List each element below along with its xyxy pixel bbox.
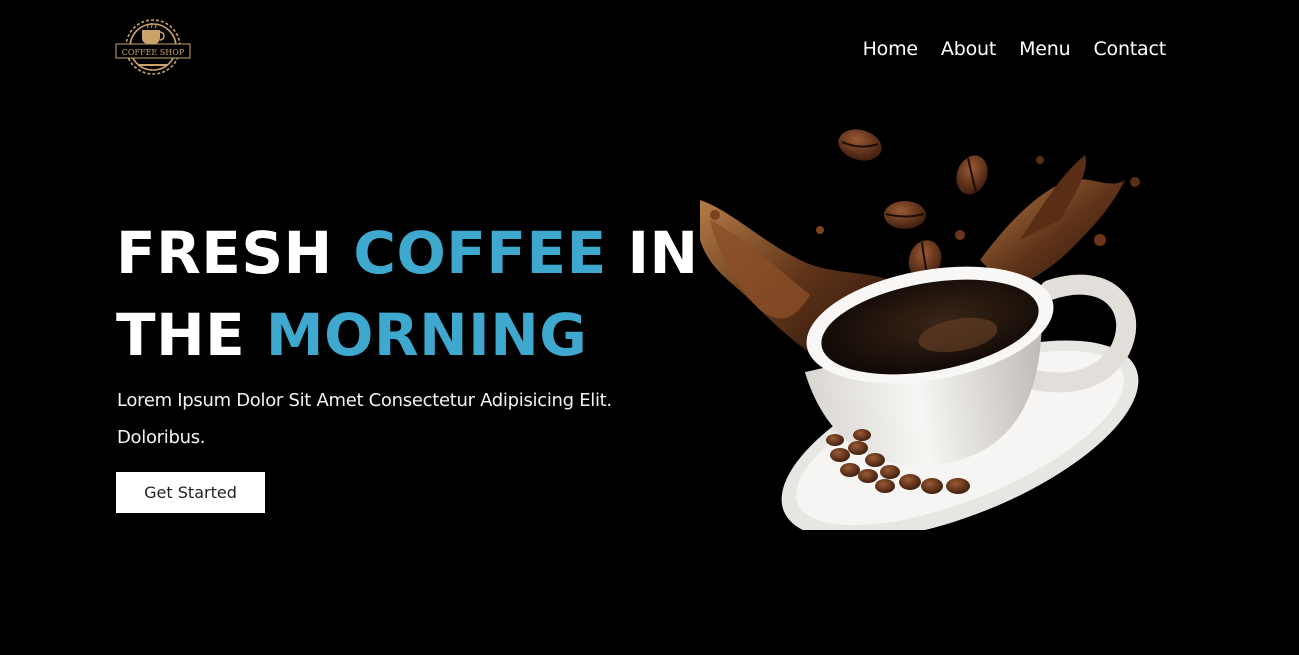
coffee-shop-logo-icon: COFFEE SHOP	[115, 19, 191, 75]
hero-description: Lorem Ipsum Dolor Sit Amet Consectetur A…	[117, 382, 637, 456]
brand-logo[interactable]: COFFEE SHOP	[114, 14, 192, 80]
hero-title: FRESH COFFEE IN THE MORNING	[116, 212, 699, 376]
nav-menu-link[interactable]: Menu	[1019, 36, 1071, 62]
get-started-button[interactable]: Get Started	[116, 472, 265, 513]
hero-description-line-2: Doloribus.	[117, 427, 206, 448]
hero-description-line-1: Lorem Ipsum Dolor Sit Amet Consectetur A…	[117, 390, 612, 411]
hero-title-in: IN	[606, 219, 699, 287]
hero-title-coffee: COFFEE	[353, 219, 607, 287]
main-nav: Home About Menu Contact	[863, 36, 1167, 62]
nav-about-link[interactable]: About	[941, 36, 996, 62]
svg-text:COFFEE SHOP: COFFEE SHOP	[122, 48, 185, 57]
coffee-cup-illustration-icon	[700, 129, 1140, 540]
hero-title-the: THE	[116, 301, 266, 369]
nav-home-link[interactable]: Home	[863, 36, 919, 62]
nav-contact-link[interactable]: Contact	[1093, 36, 1166, 62]
hero-title-morning: MORNING	[265, 301, 588, 369]
hero-title-fresh: FRESH	[116, 219, 354, 287]
hero-coffee-image	[690, 120, 1160, 540]
